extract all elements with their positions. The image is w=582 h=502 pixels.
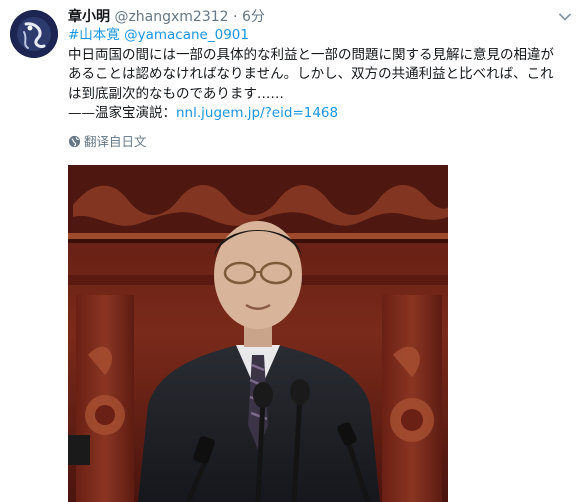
- chevron-down-icon[interactable]: [558, 9, 572, 23]
- tweet-text-line: 中日両国の間には一部の具体的な利益と一部の問題に関する見解に意見の相違が: [68, 46, 554, 63]
- avatar[interactable]: [10, 10, 58, 58]
- tweet-text-line: は到底副次的なものであります……: [68, 85, 284, 102]
- tweet-time[interactable]: 6分: [242, 9, 265, 25]
- tweet-text: #山本寛 @yamacane_0901 中日両国の間には一部の具体的な利益と一部…: [68, 26, 578, 124]
- author-handle[interactable]: @zhangxm2312: [114, 9, 228, 25]
- source-line: ——温家宝演説：nnl.jugem.jp/?eid=1468: [68, 104, 578, 124]
- tweet-header: 章小明 @zhangxm2312 · 6分: [68, 6, 552, 28]
- photo-image: [68, 165, 448, 502]
- tweet-text-line: あることは認めなければなりません。しかし、双方の共通利益と比べれば、これ: [68, 66, 554, 82]
- translate-tweet[interactable]: 翻译自日文: [68, 133, 147, 151]
- mention-link[interactable]: @yamacane_0901: [124, 27, 249, 43]
- hashtag-link[interactable]: #山本寛: [68, 27, 120, 43]
- translate-label: 翻译自日文: [84, 134, 147, 149]
- source-prefix: ——温家宝演説：: [68, 105, 176, 121]
- tweet-photo[interactable]: [68, 165, 448, 502]
- separator-dot: ·: [233, 9, 238, 25]
- tweet-card[interactable]: 章小明 @zhangxm2312 · 6分 #山本寛 @yamacane_090…: [0, 0, 582, 502]
- mentions-line: #山本寛 @yamacane_0901: [68, 26, 578, 46]
- globe-icon: [68, 135, 81, 148]
- source-link[interactable]: nnl.jugem.jp/?eid=1468: [176, 105, 338, 121]
- author-name[interactable]: 章小明: [68, 9, 110, 25]
